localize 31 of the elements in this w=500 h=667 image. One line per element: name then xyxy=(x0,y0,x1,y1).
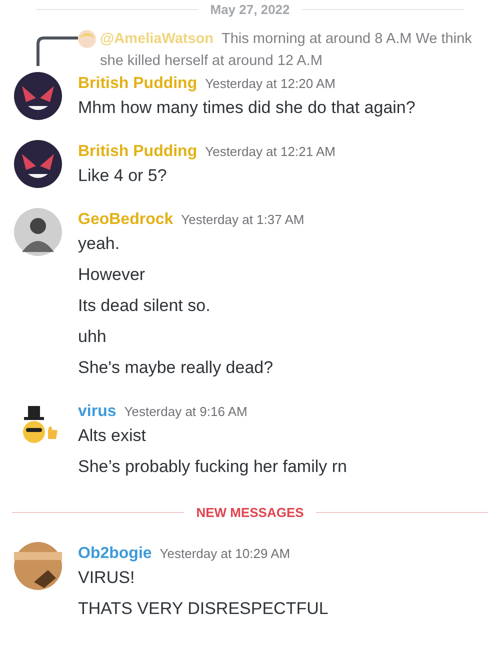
author-name[interactable]: virus xyxy=(78,400,116,424)
avatar xyxy=(14,542,62,590)
message-text: yeah. xyxy=(78,232,121,254)
message-text: However xyxy=(78,264,146,286)
message-text: uhh xyxy=(78,326,108,348)
reply-preview: @AmeliaWatson This morning at around 8 A.M We think she killed herself at around 12 A.M xyxy=(100,30,473,70)
message-text: She's maybe really dead? xyxy=(78,356,274,378)
message-text: VIRUS! xyxy=(78,567,136,589)
message-text: Mhm how many times did she do that again? xyxy=(78,96,416,118)
timestamp: Yesterday at 12:20 AM xyxy=(205,74,336,93)
message-text: Like 4 or 5? xyxy=(78,164,168,186)
author-name[interactable]: British Pudding xyxy=(78,140,198,164)
author-name[interactable]: GeoBedrock xyxy=(78,208,174,232)
message-text: THATS VERY DISRESPECTFUL xyxy=(78,598,328,620)
new-messages-divider: NEW MESSAGES xyxy=(196,504,304,522)
avatar xyxy=(78,30,96,48)
timestamp: Yesterday at 10:29 AM xyxy=(160,545,290,563)
avatar xyxy=(14,72,62,120)
timestamp: Yesterday at 1:37 AM xyxy=(181,210,304,229)
message-text: Its dead silent so. xyxy=(78,294,212,316)
date-divider: May 27, 2022 xyxy=(210,1,290,19)
author-name[interactable]: British Pudding xyxy=(78,72,198,96)
message-text: Alts exist xyxy=(78,424,148,446)
reply-author[interactable]: @AmeliaWatson xyxy=(100,30,214,46)
avatar xyxy=(14,208,62,256)
avatar xyxy=(14,140,62,188)
timestamp: Yesterday at 9:16 AM xyxy=(124,402,248,421)
message-text: She’s probably fucking her family rn xyxy=(78,456,347,478)
reply-connector xyxy=(36,36,78,66)
timestamp: Yesterday at 12:21 AM xyxy=(205,142,336,161)
author-name[interactable]: Ob2bogie xyxy=(78,542,152,566)
